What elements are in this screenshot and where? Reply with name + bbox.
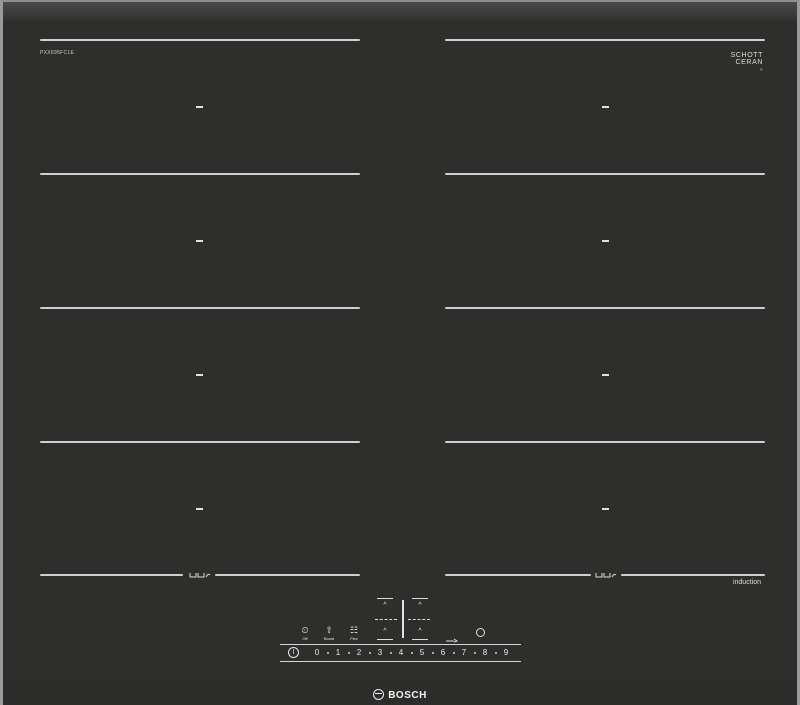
zone-marker-right-2 bbox=[602, 240, 609, 242]
zone-select-mid-right-dash bbox=[408, 619, 430, 621]
flex-label: Flex bbox=[350, 636, 358, 641]
zone-select-bottom-left-button[interactable]: ^ bbox=[379, 628, 391, 635]
flex-line-right-b bbox=[621, 574, 765, 576]
bosch-brand: BOSCH bbox=[3, 689, 797, 701]
bosch-logo-icon bbox=[373, 689, 385, 700]
level-2[interactable]: 2 bbox=[354, 648, 364, 657]
zone-select-mid-left-dash bbox=[375, 619, 397, 621]
zone-select-bottom-left-line bbox=[377, 639, 393, 640]
zone-marker-right-4 bbox=[602, 508, 609, 510]
level-4[interactable]: 4 bbox=[396, 648, 406, 657]
boost-label: Boost bbox=[323, 636, 335, 641]
move-icon bbox=[446, 638, 459, 643]
flex-line-right-a bbox=[445, 574, 591, 576]
zone-line-right-2 bbox=[445, 173, 765, 175]
cooktop-glass-surface: PXX695FC1E SCHOTT CERAN ® induction ^ ^ … bbox=[0, 0, 800, 705]
zone-line-right-1 bbox=[445, 39, 765, 41]
level-dot bbox=[411, 652, 413, 654]
power-button[interactable]: I bbox=[288, 647, 299, 658]
zone-marker-left-2 bbox=[196, 240, 203, 242]
flex-bridge-icon-right bbox=[595, 571, 617, 579]
zone-select-top-left-button[interactable]: ^ bbox=[379, 602, 391, 609]
zone-line-right-3 bbox=[445, 307, 765, 309]
zone-select-top-left-line bbox=[377, 598, 393, 599]
model-code-label: PXX695FC1E bbox=[40, 50, 75, 56]
level-7[interactable]: 7 bbox=[459, 648, 469, 657]
zone-line-left-3 bbox=[40, 307, 360, 309]
off-function-label: Off bbox=[302, 636, 308, 641]
level-dot bbox=[495, 652, 497, 654]
level-9[interactable]: 9 bbox=[501, 648, 511, 657]
level-dot bbox=[474, 652, 476, 654]
level-dot bbox=[432, 652, 434, 654]
bottom-trim: BOSCH bbox=[3, 681, 797, 705]
off-function-button[interactable]: ⏲ Off bbox=[293, 625, 317, 642]
level-1[interactable]: 1 bbox=[333, 648, 343, 657]
boost-button[interactable]: ⇧ Boost bbox=[317, 625, 341, 642]
level-3[interactable]: 3 bbox=[375, 648, 385, 657]
zone-marker-left-1 bbox=[196, 106, 203, 108]
zone-select-divider bbox=[402, 600, 404, 638]
level-dot bbox=[348, 652, 350, 654]
flex-line-left-b bbox=[215, 574, 360, 576]
level-dot bbox=[369, 652, 371, 654]
schott-text: SCHOTT bbox=[730, 52, 763, 59]
zone-select-bottom-right-button[interactable]: ^ bbox=[414, 628, 426, 635]
ceran-text: CERAN bbox=[735, 59, 763, 66]
slider-top-line bbox=[280, 644, 521, 645]
zone-marker-left-4 bbox=[196, 508, 203, 510]
boost-icon: ⇧ bbox=[325, 625, 333, 635]
zone-marker-right-1 bbox=[602, 106, 609, 108]
flex-button[interactable]: ☷ Flex bbox=[342, 625, 366, 642]
flex-bridge-icon-left bbox=[189, 571, 211, 579]
slider-bottom-line bbox=[280, 661, 521, 662]
level-dot bbox=[453, 652, 455, 654]
power-level-slider[interactable]: I 0 1 2 3 4 5 6 7 8 9 bbox=[280, 644, 521, 662]
level-6[interactable]: 6 bbox=[438, 648, 448, 657]
level-8[interactable]: 8 bbox=[480, 648, 490, 657]
level-5[interactable]: 5 bbox=[417, 648, 427, 657]
level-dot bbox=[327, 652, 329, 654]
zone-line-left-2 bbox=[40, 173, 360, 175]
zone-select-top-right-button[interactable]: ^ bbox=[414, 602, 426, 609]
ceran-registered-mark: ® bbox=[759, 67, 763, 72]
level-dot bbox=[390, 652, 392, 654]
zone-marker-right-3 bbox=[602, 374, 609, 376]
zone-line-left-1 bbox=[40, 39, 360, 41]
flex-icon: ☷ bbox=[349, 625, 359, 635]
move-function-button[interactable] bbox=[445, 630, 459, 643]
level-0[interactable]: 0 bbox=[312, 648, 322, 657]
zone-select-bottom-right-line bbox=[412, 639, 428, 640]
zone-line-right-4 bbox=[445, 441, 765, 443]
zone-line-left-4 bbox=[40, 441, 360, 443]
timer-icon[interactable] bbox=[476, 628, 485, 637]
induction-label: induction bbox=[732, 579, 761, 586]
schott-ceran-logo: SCHOTT CERAN ® bbox=[731, 52, 763, 73]
zone-marker-left-3 bbox=[196, 374, 203, 376]
bosch-brand-text: BOSCH bbox=[388, 690, 427, 701]
zone-select-top-right-line bbox=[412, 598, 428, 599]
cooking-sensor-icon: ⏲ bbox=[301, 625, 309, 635]
flex-line-left-a bbox=[40, 574, 183, 576]
top-edge-band bbox=[3, 2, 797, 20]
